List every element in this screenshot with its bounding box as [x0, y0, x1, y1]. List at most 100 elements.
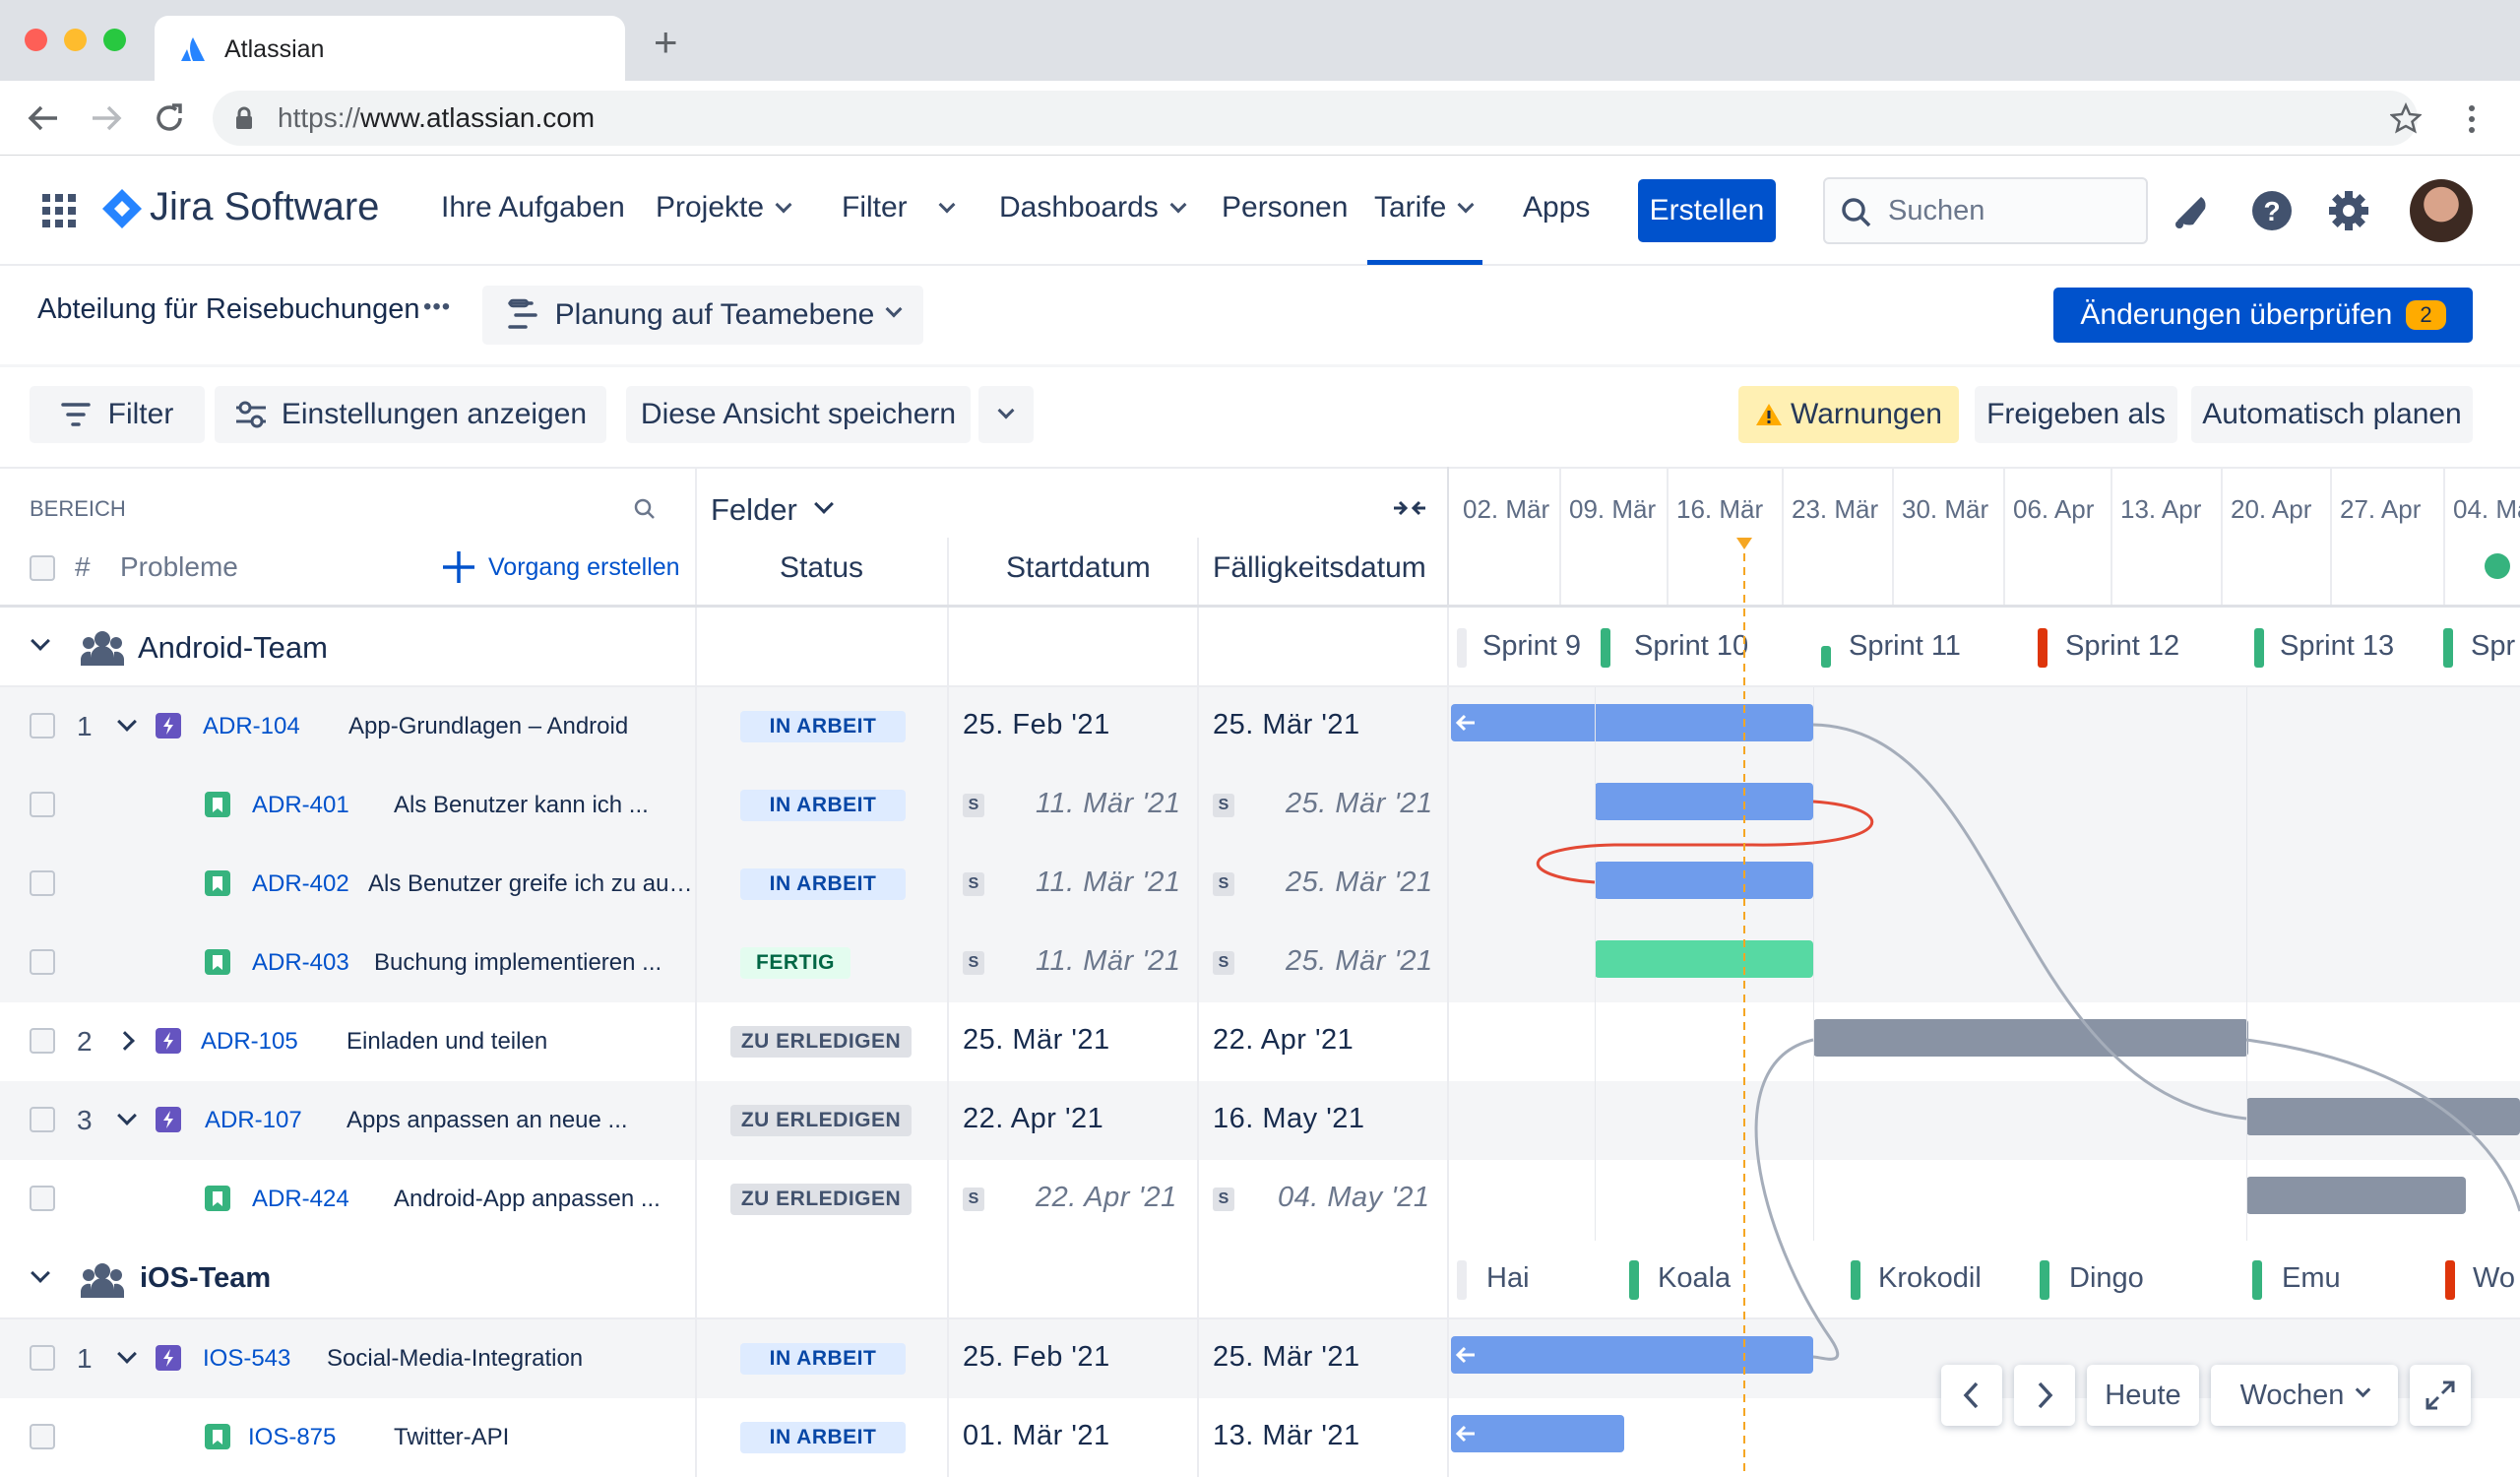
share-as-button[interactable]: Freigeben als — [1975, 386, 2177, 443]
issue-summary[interactable]: Als Benutzer greife ich zu auf ... — [368, 870, 697, 898]
scroll-right-button[interactable] — [2014, 1365, 2075, 1426]
notifications-icon[interactable] — [2172, 191, 2211, 230]
browser-menu-icon[interactable] — [2465, 104, 2479, 134]
issue-summary[interactable]: Apps anpassen an neue ... — [346, 1107, 628, 1134]
due-date[interactable]: 16. May '21 — [1213, 1103, 1365, 1135]
reload-icon[interactable] — [152, 100, 187, 136]
row-checkbox[interactable] — [30, 1424, 55, 1449]
nav-projects[interactable]: Projekte — [656, 191, 792, 225]
save-view-menu-button[interactable] — [978, 386, 1034, 443]
forward-arrow-icon[interactable] — [89, 102, 124, 134]
sprint-label[interactable]: Krokodil — [1878, 1262, 1982, 1295]
issue-summary[interactable]: Android-App anpassen ... — [394, 1186, 661, 1213]
settings-gear-icon[interactable] — [2327, 189, 2370, 232]
save-view-button[interactable]: Diese Ansicht speichern — [626, 386, 971, 443]
issue-key[interactable]: ADR-424 — [252, 1186, 349, 1213]
start-date[interactable]: 22. Apr '21 — [1036, 1182, 1177, 1214]
minimize-window-dot[interactable] — [64, 29, 87, 51]
issue-key[interactable]: IOS-875 — [248, 1424, 336, 1451]
product-name[interactable]: Jira Software — [150, 185, 379, 229]
timeline-bar[interactable] — [1451, 704, 1813, 741]
plan-view-dropdown[interactable]: Planung auf Teamebene — [482, 286, 923, 345]
row-checkbox[interactable] — [30, 1345, 55, 1371]
issue-summary[interactable]: Buchung implementieren ... — [374, 949, 662, 977]
bookmark-star-icon[interactable] — [2390, 102, 2422, 134]
issue-key[interactable]: ADR-105 — [201, 1028, 298, 1056]
nav-dashboards[interactable]: Dashboards — [999, 191, 1187, 225]
issue-summary[interactable]: App-Grundlagen – Android — [348, 713, 628, 740]
nav-filters[interactable]: Filter — [842, 191, 956, 225]
sprint-label[interactable]: Sprint 12 — [2065, 630, 2179, 663]
filter-button[interactable]: Filter — [30, 386, 205, 443]
status-badge[interactable]: FERTIG — [740, 947, 850, 979]
nav-plans[interactable]: Tarife — [1374, 191, 1475, 225]
nav-people[interactable]: Personen — [1222, 191, 1348, 225]
status-badge[interactable]: IN ARBEIT — [740, 1343, 906, 1375]
timeline-bar[interactable] — [1595, 783, 1813, 820]
issue-summary[interactable]: Twitter-API — [394, 1424, 509, 1451]
sprint-label[interactable]: Emu — [2282, 1262, 2341, 1295]
sprint-label[interactable]: Sprint 9 — [1482, 630, 1581, 663]
search-input[interactable]: Suchen — [1823, 177, 2148, 244]
select-all-checkbox[interactable] — [30, 555, 55, 581]
release-marker[interactable] — [2485, 553, 2510, 579]
timeline-bar[interactable] — [1595, 940, 1813, 978]
fields-dropdown[interactable]: Felder — [711, 492, 834, 528]
search-icon[interactable] — [634, 498, 656, 520]
start-date[interactable]: 25. Feb '21 — [963, 709, 1110, 741]
user-avatar[interactable] — [2410, 179, 2473, 242]
start-date[interactable]: 01. Mär '21 — [963, 1420, 1110, 1452]
scroll-left-button[interactable] — [1941, 1365, 2002, 1426]
browser-tab[interactable]: Atlassian — [155, 16, 625, 81]
sprint-label[interactable]: Spr — [2471, 630, 2515, 663]
sprint-label[interactable]: Dingo — [2069, 1262, 2144, 1295]
sprint-label[interactable]: Sprint 10 — [1634, 630, 1748, 663]
status-badge[interactable]: IN ARBEIT — [740, 711, 906, 742]
create-button[interactable]: Erstellen — [1638, 179, 1776, 242]
status-badge[interactable]: ZU ERLEDIGEN — [730, 1184, 912, 1215]
today-button[interactable]: Heute — [2087, 1365, 2199, 1426]
sprint-label[interactable]: Wo — [2473, 1262, 2515, 1295]
start-date[interactable]: 25. Mär '21 — [963, 1024, 1110, 1057]
collapse-columns-icon[interactable] — [1392, 494, 1427, 522]
address-bar[interactable]: https://www.atlassian.com — [213, 91, 2422, 146]
due-date[interactable]: 25. Mär '21 — [1286, 867, 1433, 899]
start-date[interactable]: 11. Mär '21 — [1036, 867, 1181, 899]
create-issue-button[interactable]: Vorgang erstellen — [439, 547, 680, 587]
due-date[interactable]: 25. Mär '21 — [1286, 788, 1433, 820]
issue-key[interactable]: ADR-403 — [252, 949, 349, 977]
timeline-bar[interactable] — [2246, 1098, 2520, 1135]
issue-key[interactable]: IOS-543 — [203, 1345, 290, 1373]
row-checkbox[interactable] — [30, 870, 55, 896]
timeline-bar[interactable] — [2246, 1177, 2466, 1214]
status-badge[interactable]: IN ARBEIT — [740, 1422, 906, 1453]
status-badge[interactable]: ZU ERLEDIGEN — [730, 1105, 912, 1136]
status-badge[interactable]: ZU ERLEDIGEN — [730, 1026, 912, 1058]
timescale-dropdown[interactable]: Wochen — [2211, 1365, 2398, 1426]
auto-schedule-button[interactable]: Automatisch planen — [2191, 386, 2473, 443]
close-window-dot[interactable] — [25, 29, 47, 51]
table-row[interactable] — [0, 766, 2520, 845]
row-checkbox[interactable] — [30, 713, 55, 738]
sprint-label[interactable]: Sprint 11 — [1849, 630, 1961, 663]
project-more-button[interactable]: ••• — [423, 293, 451, 321]
view-settings-button[interactable]: Einstellungen anzeigen — [215, 386, 606, 443]
issue-key[interactable]: ADR-104 — [203, 713, 300, 740]
warnings-button[interactable]: Warnungen — [1738, 386, 1959, 443]
maximize-window-dot[interactable] — [103, 29, 126, 51]
row-checkbox[interactable] — [30, 1107, 55, 1132]
table-row[interactable] — [0, 1160, 2520, 1239]
row-checkbox[interactable] — [30, 1028, 55, 1054]
new-tab-button[interactable]: + — [654, 22, 678, 63]
start-date[interactable]: 22. Apr '21 — [963, 1103, 1103, 1135]
issue-key[interactable]: ADR-402 — [252, 870, 349, 898]
row-checkbox[interactable] — [30, 949, 55, 975]
back-arrow-icon[interactable] — [26, 102, 61, 134]
due-date[interactable]: 13. Mär '21 — [1213, 1420, 1360, 1452]
issue-key[interactable]: ADR-107 — [205, 1107, 302, 1134]
project-name[interactable]: Abteilung für Reisebuchungen — [37, 293, 420, 326]
issue-summary[interactable]: Social-Media-Integration — [327, 1345, 583, 1373]
timeline-bar[interactable] — [1595, 862, 1813, 899]
start-date[interactable]: 25. Feb '21 — [963, 1341, 1110, 1374]
fullscreen-button[interactable] — [2410, 1365, 2471, 1426]
